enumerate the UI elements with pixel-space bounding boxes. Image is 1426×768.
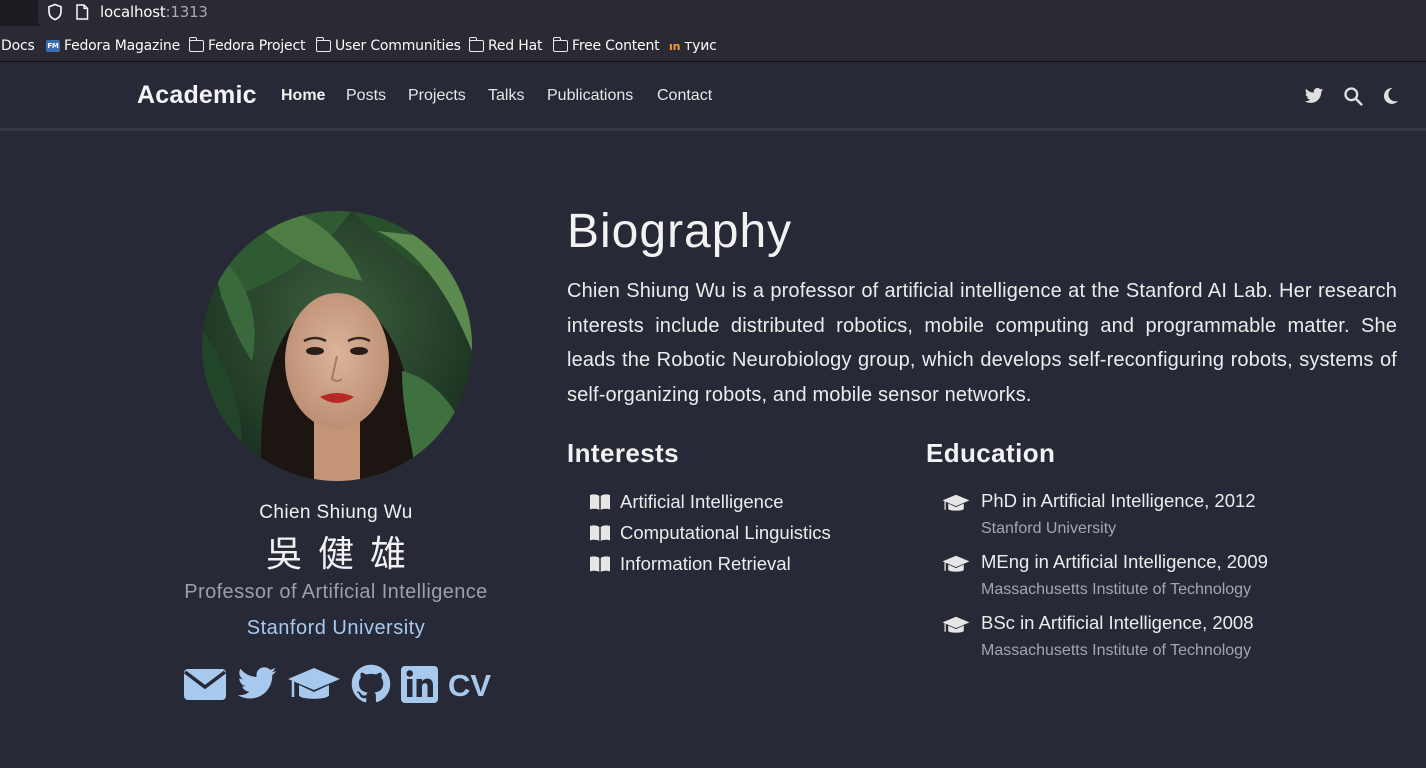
biography-text: Chien Shiung Wu is a professor of artifi…: [567, 280, 1397, 406]
interest-label: Artificial Intelligence: [620, 491, 784, 512]
folder-icon: [315, 37, 331, 52]
bookmark-fedora-magazine[interactable]: FM Fedora Magazine: [46, 37, 180, 55]
graduation-cap-icon: [288, 668, 340, 699]
biography-title: Biography: [567, 205, 793, 258]
folder-icon: [468, 37, 484, 52]
graduation-cap-icon: [942, 616, 970, 633]
scholar-link[interactable]: [287, 663, 341, 705]
browser-toolbar: localhost:1313: [0, 0, 1426, 26]
folder-icon: [188, 37, 204, 52]
education-institution: Massachusetts Institute of Technology: [981, 642, 1252, 659]
avatar: [202, 211, 472, 481]
nav-contact[interactable]: Contact: [657, 87, 712, 105]
bookmark-label: Docs: [1, 38, 35, 54]
fedora-magazine-icon: FM: [46, 40, 60, 52]
folder-icon: [552, 37, 568, 52]
linkedin-icon: [401, 666, 438, 703]
education-institution: Stanford University: [981, 520, 1117, 537]
twitter-icon: [237, 667, 277, 699]
bookmark-free-content[interactable]: Free Content: [552, 37, 660, 55]
bookmark-fedora-project[interactable]: Fedora Project: [188, 37, 306, 55]
interest-label: Computational Linguistics: [620, 522, 831, 543]
cv-label: CV: [448, 668, 491, 703]
bookmark-label: Fedora Project: [208, 38, 306, 54]
moon-icon[interactable]: [1380, 86, 1400, 106]
interest-label: Information Retrieval: [620, 553, 791, 574]
interest-item: Artificial Intelligence: [589, 490, 784, 514]
nav-posts[interactable]: Posts: [346, 87, 386, 105]
bookmark-label: Fedora Magazine: [64, 38, 180, 54]
tuis-icon: ın: [669, 39, 681, 53]
bookmark-label: Free Content: [572, 38, 660, 54]
education-degree: PhD in Artificial Intelligence, 2012: [981, 490, 1256, 511]
nav-projects[interactable]: Projects: [408, 87, 466, 105]
book-open-icon: [590, 525, 610, 541]
email-link[interactable]: [183, 663, 227, 705]
education-degree: BSc in Artificial Intelligence, 2008: [981, 612, 1254, 633]
twitter-icon[interactable]: [1304, 86, 1324, 106]
interest-item: Information Retrieval: [589, 552, 791, 576]
cv-icon: CV: [448, 668, 491, 703]
bookmark-label: туис: [684, 38, 717, 54]
graduation-cap-icon: [942, 494, 970, 511]
book-open-icon: [590, 494, 610, 510]
nav-publications[interactable]: Publications: [547, 87, 633, 105]
envelope-icon: [183, 669, 227, 700]
avatar-portrait-image: [202, 211, 472, 481]
twitter-link[interactable]: [236, 663, 278, 705]
url-bar[interactable]: localhost:1313: [38, 0, 1426, 26]
site-navbar: Academic Home Posts Projects Talks Publi…: [0, 62, 1426, 131]
linkedin-link[interactable]: [400, 663, 439, 705]
bookmark-user-communities[interactable]: User Communities: [315, 37, 461, 55]
search-icon[interactable]: [1343, 86, 1363, 106]
github-icon: [351, 664, 391, 703]
url-text[interactable]: localhost:1313: [100, 3, 208, 21]
education-title: Education: [926, 438, 1056, 468]
site-brand[interactable]: Academic: [137, 81, 257, 110]
bookmark-label: Red Hat: [488, 38, 543, 54]
github-link[interactable]: [350, 663, 392, 705]
interest-item: Computational Linguistics: [589, 521, 831, 545]
nav-talks[interactable]: Talks: [488, 87, 524, 105]
profile-name: Chien Shiung Wu: [259, 502, 413, 523]
nav-home[interactable]: Home: [281, 87, 325, 105]
profile-name-chinese: 吳健雄: [265, 534, 422, 575]
shield-icon[interactable]: [47, 3, 63, 21]
cv-link[interactable]: CV: [447, 663, 491, 705]
graduation-cap-icon: [942, 555, 970, 572]
bookmark-tuis[interactable]: ın туис: [669, 37, 717, 55]
bookmark-red-hat[interactable]: Red Hat: [468, 37, 543, 55]
book-open-icon: [590, 556, 610, 572]
profile-organization[interactable]: Stanford University: [136, 617, 536, 640]
education-institution: Massachusetts Institute of Technology: [981, 581, 1252, 598]
education-degree: MEng in Artificial Intelligence, 2009: [981, 551, 1268, 572]
page-icon: [76, 4, 89, 20]
bookmarks-toolbar: Docs FM Fedora Magazine Fedora Project U…: [0, 26, 1426, 62]
profile-role: Professor of Artificial Intelligence: [184, 581, 488, 603]
interests-title: Interests: [567, 438, 679, 468]
bookmark-label: User Communities: [335, 38, 461, 54]
bookmark-docs[interactable]: Docs: [1, 37, 35, 55]
